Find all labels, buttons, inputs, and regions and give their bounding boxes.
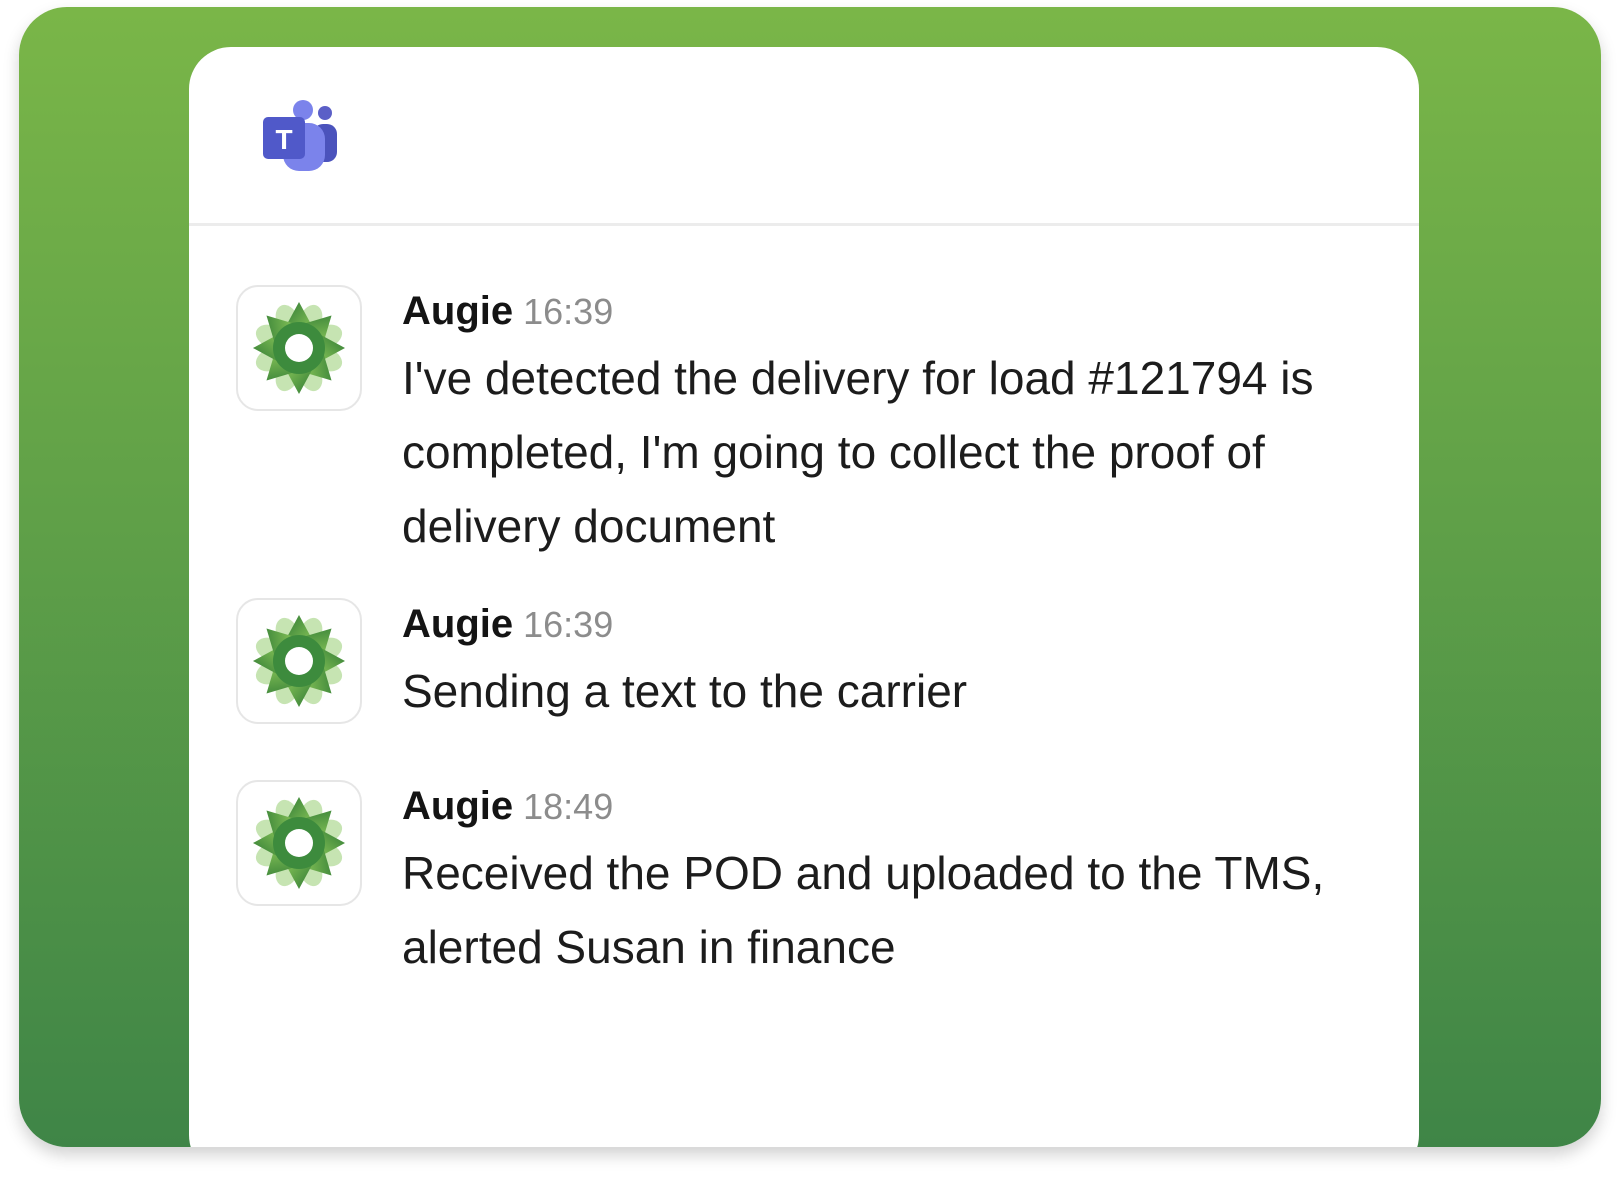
- message-timestamp: 18:49: [523, 786, 614, 827]
- message-timestamp: 16:39: [523, 291, 614, 332]
- message-timestamp: 16:39: [523, 604, 614, 645]
- green-background-frame: T Augie 16:39 I've detected the delivery…: [19, 7, 1601, 1147]
- augie-avatar[interactable]: [236, 598, 362, 724]
- augie-flower-icon: [253, 797, 345, 889]
- svg-text:T: T: [275, 124, 292, 155]
- message-text: I've detected the delivery for load #121…: [402, 352, 1314, 552]
- augie-avatar[interactable]: [236, 780, 362, 906]
- message-text: Received the POD and uploaded to the TMS…: [402, 847, 1325, 973]
- message-text: Sending a text to the carrier: [402, 665, 968, 717]
- chat-header: T: [189, 47, 1419, 226]
- message-header: Augie 18:49: [402, 784, 613, 829]
- augie-avatar[interactable]: [236, 285, 362, 411]
- teams-chat-card: T Augie 16:39 I've detected the delivery…: [189, 47, 1419, 1147]
- microsoft-teams-icon[interactable]: T: [261, 99, 341, 175]
- augie-flower-icon: [253, 302, 345, 394]
- message-header: Augie 16:39: [402, 602, 613, 647]
- augie-flower-icon: [253, 615, 345, 707]
- message-header: Augie 16:39: [402, 289, 613, 334]
- author-name[interactable]: Augie: [402, 784, 513, 828]
- author-name[interactable]: Augie: [402, 602, 513, 646]
- author-name[interactable]: Augie: [402, 289, 513, 333]
